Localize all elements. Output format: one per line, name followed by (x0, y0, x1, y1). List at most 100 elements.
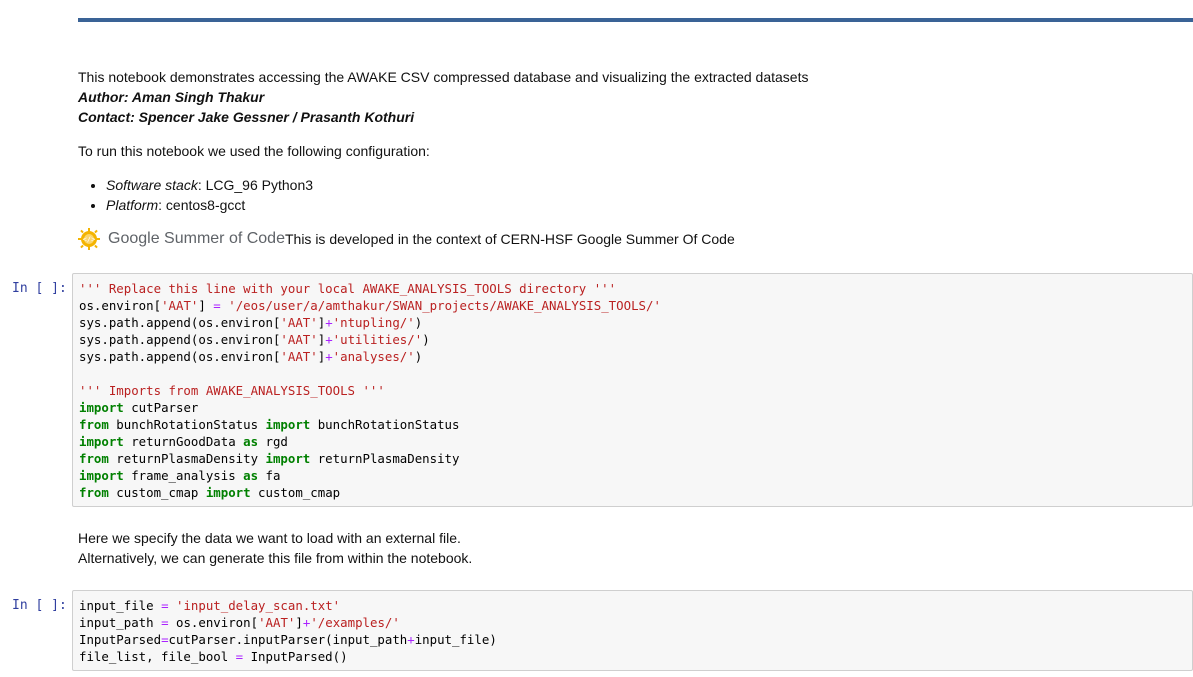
code-keyword: import (79, 434, 124, 449)
contact-line: Contact: Spencer Jake Gessner / Prasanth… (78, 109, 415, 125)
code-string: '/examples/' (310, 615, 400, 630)
config-value: : LCG_96 Python3 (197, 177, 314, 193)
code-line: sys.path.append(os.environ['AAT']+'utili… (79, 332, 430, 347)
code-string: 'analyses/' (332, 349, 415, 364)
code-cell-1-source[interactable]: ''' Replace this line with your local AW… (73, 274, 1192, 505)
code-line: ''' Imports from AWAKE_ANALYSIS_TOOLS ''… (79, 383, 385, 398)
code-operator: = (161, 598, 169, 613)
code-string: 'AAT' (161, 298, 199, 313)
code-text: InputParsed (79, 632, 162, 647)
between-line-1: Here we specify the data we want to load… (78, 530, 461, 546)
code-operator: = (161, 632, 169, 647)
gsoc-sun-icon: </> (78, 228, 100, 250)
code-keyword: import (79, 468, 124, 483)
code-operator: + (325, 332, 333, 347)
config-key: Platform (106, 197, 159, 213)
code-string: 'AAT' (280, 332, 318, 347)
author-line: Author: Aman Singh Thakur (78, 89, 265, 105)
code-text: sys.path.append(os.environ[ (79, 349, 281, 364)
code-string: 'AAT' (280, 349, 318, 364)
code-line: os.environ['AAT'] = '/eos/user/a/amthaku… (79, 298, 661, 313)
code-operator: = (235, 649, 244, 664)
code-string: 'utilities/' (332, 332, 423, 347)
cell2-prompt: In [ ]: (12, 598, 67, 613)
code-text: ) (414, 349, 423, 364)
config-intro: To run this notebook we used the followi… (78, 143, 430, 159)
code-line: InputParsed=cutParser.inputParser(input_… (79, 632, 497, 647)
config-item-platform: Platform: centos8-gcct (106, 195, 808, 215)
code-operator: = (213, 298, 221, 313)
code-text: bunchRotationStatus (310, 417, 460, 432)
cell1-prompt: In [ ]: (12, 281, 67, 296)
code-keyword: import (79, 400, 124, 415)
code-keyword: import (205, 485, 251, 500)
config-list: Software stack: LCG_96 Python3 Platform:… (78, 175, 808, 215)
config-value: : centos8-gcct (158, 197, 246, 213)
code-line: input_file = 'input_delay_scan.txt' (79, 598, 340, 613)
code-line: ''' Replace this line with your local AW… (79, 281, 616, 296)
code-text: ] (295, 615, 303, 630)
code-text: rgd (258, 434, 288, 449)
code-keyword: import (265, 417, 311, 432)
code-text: sys.path.append(os.environ[ (79, 332, 281, 347)
code-line: sys.path.append(os.environ['AAT']+'analy… (79, 349, 422, 364)
gsoc-logo-text: Google Summer of Code (108, 230, 285, 247)
config-key: Software stack (106, 177, 198, 193)
code-line: from custom_cmap import custom_cmap (79, 485, 340, 500)
code-keyword: from (79, 417, 109, 432)
code-line: sys.path.append(os.environ['AAT']+'ntupl… (79, 315, 422, 330)
code-line: from returnPlasmaDensity import returnPl… (79, 451, 459, 466)
code-text: cutParser (123, 400, 199, 415)
code-string: ''' Imports from AWAKE_ANALYSIS_TOOLS ''… (79, 383, 385, 398)
between-markdown-cell[interactable]: Here we specify the data we want to load… (78, 528, 472, 568)
code-line: import returnGoodData as rgd (79, 434, 288, 449)
code-text: returnGoodData (123, 434, 244, 449)
gsoc-description: This is developed in the context of CERN… (284, 231, 735, 247)
code-keyword: import (265, 451, 311, 466)
code-keyword: as (243, 434, 259, 449)
code-text: custom_cmap (250, 485, 341, 500)
code-cell-2[interactable]: input_file = 'input_delay_scan.txt' inpu… (72, 590, 1193, 671)
code-text: frame_analysis (123, 468, 244, 483)
code-text: ] (198, 298, 214, 313)
code-text: returnPlasmaDensity (108, 451, 266, 466)
between-line-2: Alternatively, we can generate this file… (78, 550, 473, 566)
code-text: bunchRotationStatus (108, 417, 266, 432)
code-keyword: from (79, 485, 109, 500)
code-text: returnPlasmaDensity (310, 451, 460, 466)
code-text: file_list, file_bool (79, 649, 236, 664)
code-keyword: as (243, 468, 259, 483)
code-text: cutParser.inputParser(input_path (168, 632, 408, 647)
code-line: import frame_analysis as fa (79, 468, 280, 483)
code-line: import cutParser (79, 400, 198, 415)
code-text: os.environ[ (168, 615, 259, 630)
svg-text:</>: </> (83, 236, 96, 244)
code-text: ) (414, 315, 423, 330)
code-line: input_path = os.environ['AAT']+'/example… (79, 615, 400, 630)
code-string: ''' Replace this line with your local AW… (79, 281, 617, 296)
header-rule (78, 18, 1193, 22)
config-item-software: Software stack: LCG_96 Python3 (106, 175, 808, 195)
code-string: 'AAT' (258, 615, 296, 630)
code-cell-1[interactable]: ''' Replace this line with your local AW… (72, 273, 1193, 507)
code-line: file_list, file_bool = InputParsed() (79, 649, 348, 664)
code-operator: = (161, 615, 169, 630)
code-operator: + (325, 315, 333, 330)
code-text: input_file) (414, 632, 497, 647)
code-text: input_file (79, 598, 162, 613)
code-operator: + (407, 632, 415, 647)
gsoc-row: </> Google Summer of Code This is develo… (78, 227, 808, 251)
code-text: sys.path.append(os.environ[ (79, 315, 281, 330)
code-string: 'input_delay_scan.txt' (176, 598, 341, 613)
intro-markdown-cell[interactable]: This notebook demonstrates accessing the… (78, 67, 808, 251)
code-cell-2-source[interactable]: input_file = 'input_delay_scan.txt' inpu… (73, 591, 1192, 669)
code-line: from bunchRotationStatus import bunchRot… (79, 417, 459, 432)
code-string: 'AAT' (280, 315, 318, 330)
code-text: ) (422, 332, 430, 347)
code-keyword: from (79, 451, 109, 466)
code-string: 'ntupling/' (332, 315, 415, 330)
code-operator: + (325, 349, 333, 364)
code-text: InputParsed() (243, 649, 348, 664)
intro-description: This notebook demonstrates accessing the… (78, 69, 809, 85)
